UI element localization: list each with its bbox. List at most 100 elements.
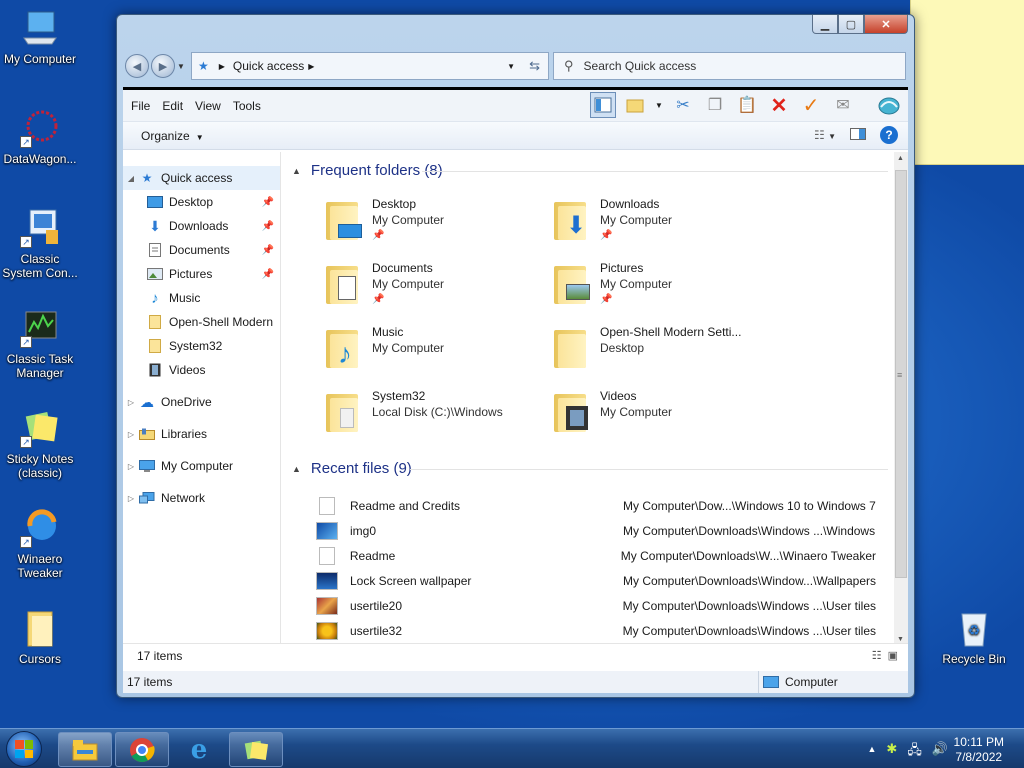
volume-icon[interactable]: 🔊	[932, 741, 948, 763]
network-icon	[139, 491, 155, 505]
folder-tile-system32[interactable]: System32 Local Disk (C:)\Windows	[326, 388, 546, 448]
scroll-down-icon[interactable]: ▼	[897, 636, 904, 643]
nav-quick-access[interactable]: ◢ ★ Quick access	[123, 166, 280, 190]
nav-item-desktop[interactable]: Desktop 📌	[123, 190, 280, 214]
open-shell-icon[interactable]	[876, 92, 902, 118]
scroll-up-icon[interactable]: ▲	[897, 155, 904, 162]
collapse-group-icon[interactable]: ▲	[292, 464, 301, 474]
desktop-icon-cursors[interactable]: Cursors	[0, 608, 80, 666]
folder-tile-open-shell-modern-settings[interactable]: Open-Shell Modern Setti... Desktop	[554, 324, 774, 384]
paste-icon[interactable]: 📋	[734, 92, 760, 118]
minimize-button[interactable]: ▁	[812, 15, 838, 34]
details-view-icon[interactable]: ☷	[872, 649, 882, 662]
desktop-icon-classic-task-manager[interactable]: ↗ Classic Task Manager	[0, 308, 80, 380]
recent-file-row[interactable]: Readme My Computer\Downloads\W...\Winaer…	[316, 543, 876, 568]
pin-icon: 📌	[261, 268, 274, 280]
delete-icon[interactable]: ✕	[766, 92, 792, 118]
menu-view[interactable]: View	[195, 99, 221, 113]
recent-file-row[interactable]: usertile32 My Computer\Downloads\Windows…	[316, 618, 876, 643]
nav-my-computer[interactable]: ▷ My Computer	[123, 454, 280, 478]
desktop-icon-my-computer[interactable]: My Computer	[0, 8, 80, 66]
close-button[interactable]: ✕	[864, 15, 908, 34]
collapse-icon[interactable]: ◢	[123, 174, 139, 183]
start-button[interactable]	[6, 731, 42, 767]
folder-icon	[554, 326, 590, 368]
nav-network[interactable]: ▷ Network	[123, 486, 280, 510]
folder-tile-documents[interactable]: Documents My Computer 📌	[326, 260, 546, 320]
taskbar-chrome[interactable]	[115, 732, 169, 767]
system-tray: ▲ ✱ 🖧 🔊	[867, 741, 948, 763]
recent-file-row[interactable]: usertile20 My Computer\Downloads\Windows…	[316, 593, 876, 618]
taskbar-internet-explorer[interactable]: e	[172, 732, 226, 767]
recent-files-header[interactable]: ▲ Recent files (9)	[292, 460, 888, 477]
folder-tile-downloads[interactable]: ⬇ Downloads My Computer 📌	[554, 196, 774, 256]
desktop-icon-recycle-bin[interactable]: ♻ Recycle Bin	[934, 608, 1014, 666]
breadcrumb-quick-access[interactable]: Quick access	[233, 59, 304, 73]
nav-onedrive[interactable]: ▷ ☁ OneDrive	[123, 390, 280, 414]
folder-tile-videos[interactable]: Videos My Computer	[554, 388, 774, 448]
expand-icon[interactable]: ▷	[123, 398, 139, 407]
cut-icon[interactable]: ✂	[670, 92, 696, 118]
expand-icon[interactable]: ▷	[123, 494, 139, 503]
expand-icon[interactable]: ▷	[123, 430, 139, 439]
recent-file-row[interactable]: img0 My Computer\Downloads\Windows ...\W…	[316, 518, 876, 543]
properties-check-icon[interactable]: ✓	[798, 92, 824, 118]
nav-item-music[interactable]: ♪ Music	[123, 286, 280, 310]
preview-pane-icon[interactable]	[850, 127, 866, 143]
menu-edit[interactable]: Edit	[162, 99, 183, 113]
desktop-icon-winaero-tweaker[interactable]: ↗ Winaero Tweaker	[0, 508, 80, 580]
breadcrumb-separator-icon[interactable]: ▶	[219, 62, 225, 71]
cloud-icon: ☁	[140, 393, 154, 410]
show-hidden-icons-icon[interactable]: ▲	[867, 744, 876, 763]
documents-folder-icon	[326, 262, 362, 304]
email-icon[interactable]: ✉	[830, 92, 856, 118]
explorer-window[interactable]: ▁ ▢ ✕ ◀ ▶ ▼ ★ ▶ Quick access ▶ ▼ ⇆ ⚲ Sea…	[116, 14, 915, 698]
address-dropdown-icon[interactable]: ▼	[507, 62, 515, 71]
network-icon[interactable]: 🖧	[907, 741, 922, 763]
taskbar-file-explorer[interactable]	[58, 732, 112, 767]
help-icon[interactable]: ?	[880, 126, 898, 144]
breadcrumb-separator-icon[interactable]: ▶	[308, 62, 314, 71]
search-input[interactable]: ⚲ Search Quick access	[553, 52, 906, 80]
desktop-icon-datawagon[interactable]: ↗ DataWagon...	[0, 108, 80, 166]
nav-item-open-shell-modern[interactable]: Open-Shell Modern	[123, 310, 280, 334]
nav-item-downloads[interactable]: ⬇ Downloads 📌	[123, 214, 280, 238]
refresh-icon[interactable]: ⇆	[529, 58, 540, 74]
forward-button[interactable]: ▶	[151, 54, 175, 78]
desktop-icon-classic-system-control[interactable]: ↗ Classic System Con...	[0, 208, 80, 280]
nav-item-videos[interactable]: Videos	[123, 358, 280, 382]
folder-options-icon[interactable]	[622, 92, 648, 118]
back-button[interactable]: ◀	[125, 54, 149, 78]
recent-locations-dropdown[interactable]: ▼	[177, 62, 187, 71]
tray-app-icon[interactable]: ✱	[886, 741, 897, 763]
folder-options-dropdown-icon[interactable]: ▼	[654, 92, 664, 118]
sticky-note-window[interactable]	[910, 0, 1024, 165]
folder-tile-pictures[interactable]: Pictures My Computer 📌	[554, 260, 774, 320]
collapse-group-icon[interactable]: ▲	[292, 166, 301, 176]
large-icons-view-icon[interactable]: ▣	[888, 649, 898, 662]
menu-tools[interactable]: Tools	[233, 99, 261, 113]
navigation-pane-icon[interactable]	[590, 92, 616, 118]
recent-file-row[interactable]: Readme and Credits My Computer\Dow...\Wi…	[316, 493, 876, 518]
copy-icon[interactable]: ❐	[702, 92, 728, 118]
folder-tile-music[interactable]: ♪ Music My Computer	[326, 324, 546, 384]
file-explorer-icon	[72, 739, 98, 760]
nav-item-documents[interactable]: Documents 📌	[123, 238, 280, 262]
nav-libraries[interactable]: ▷ Libraries	[123, 422, 280, 446]
pin-icon: 📌	[372, 294, 385, 305]
folder-tile-desktop[interactable]: Desktop My Computer 📌	[326, 196, 546, 256]
maximize-button[interactable]: ▢	[838, 15, 864, 34]
frequent-folders-header[interactable]: ▲ Frequent folders (8)	[292, 162, 888, 179]
address-bar[interactable]: ★ ▶ Quick access ▶ ▼ ⇆	[191, 52, 549, 80]
nav-item-system32[interactable]: System32	[123, 334, 280, 358]
expand-icon[interactable]: ▷	[123, 462, 139, 471]
recent-file-row[interactable]: Lock Screen wallpaper My Computer\Downlo…	[316, 568, 876, 593]
content-scrollbar[interactable]: ▲ ≡ ▼	[894, 152, 908, 646]
change-view-icon[interactable]: ☷ ▼	[814, 128, 836, 142]
menu-file[interactable]: File	[131, 99, 150, 113]
nav-item-pictures[interactable]: Pictures 📌	[123, 262, 280, 286]
desktop-icon-sticky-notes[interactable]: ↗ Sticky Notes (classic)	[0, 408, 80, 480]
organize-button[interactable]: Organize ▼	[141, 129, 204, 143]
taskbar-sticky-notes[interactable]	[229, 732, 283, 767]
clock[interactable]: 10:11 PM 7/8/2022	[954, 735, 1004, 765]
